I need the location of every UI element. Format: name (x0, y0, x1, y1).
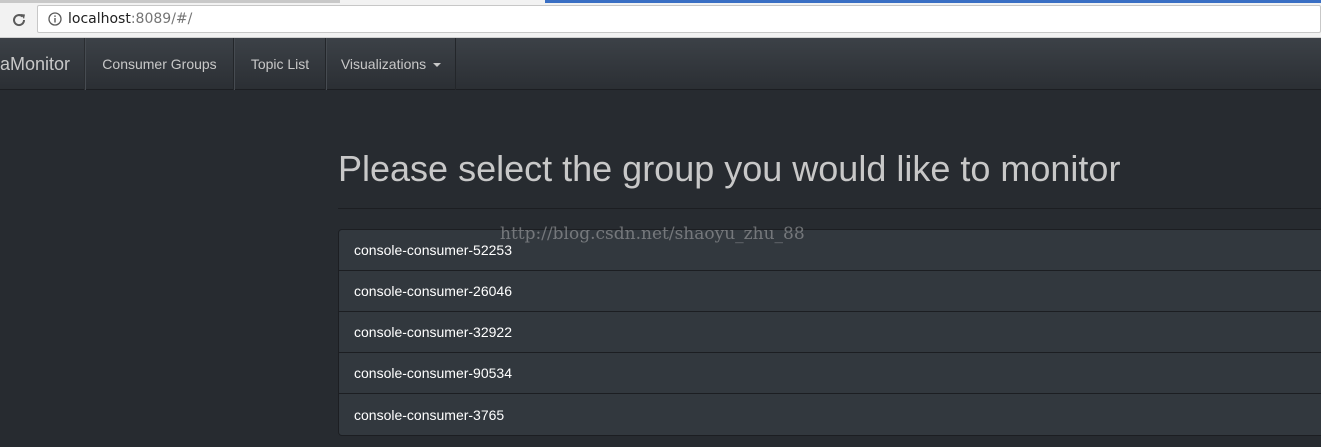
url-text: localhost:8089/#/ (68, 11, 192, 27)
reload-button[interactable] (8, 9, 30, 31)
nav-consumer-groups[interactable]: Consumer Groups (85, 38, 234, 90)
list-item[interactable]: console-consumer-3765 (339, 394, 1321, 435)
brand-link[interactable]: aMonitor (0, 38, 85, 90)
list-item[interactable]: console-consumer-26046 (339, 271, 1321, 312)
nav-topic-list[interactable]: Topic List (234, 38, 326, 90)
info-icon[interactable] (48, 12, 62, 26)
tab-strip (0, 0, 1321, 3)
consumer-group-list: console-consumer-52253 console-consumer-… (338, 229, 1321, 436)
browser-toolbar: localhost:8089/#/ (0, 0, 1321, 38)
title-divider (338, 208, 1321, 209)
url-host: localhost (68, 11, 131, 27)
list-item[interactable]: console-consumer-32922 (339, 312, 1321, 353)
list-item[interactable]: console-consumer-52253 (339, 230, 1321, 271)
list-item[interactable]: console-consumer-90534 (339, 353, 1321, 394)
nav-visualizations-dropdown[interactable]: Visualizations (326, 38, 456, 90)
nav-visualizations-label: Visualizations (340, 56, 427, 72)
navbar: aMonitor Consumer Groups Topic List Visu… (0, 38, 1321, 90)
reload-icon (13, 14, 26, 27)
url-path: :8089/#/ (130, 11, 193, 27)
address-bar[interactable]: localhost:8089/#/ (37, 5, 1321, 33)
page-title: Please select the group you would like t… (338, 148, 1121, 189)
nav-topic-list-label: Topic List (250, 56, 310, 72)
nav-consumer-groups-label: Consumer Groups (102, 56, 217, 72)
caret-down-icon (433, 63, 442, 67)
